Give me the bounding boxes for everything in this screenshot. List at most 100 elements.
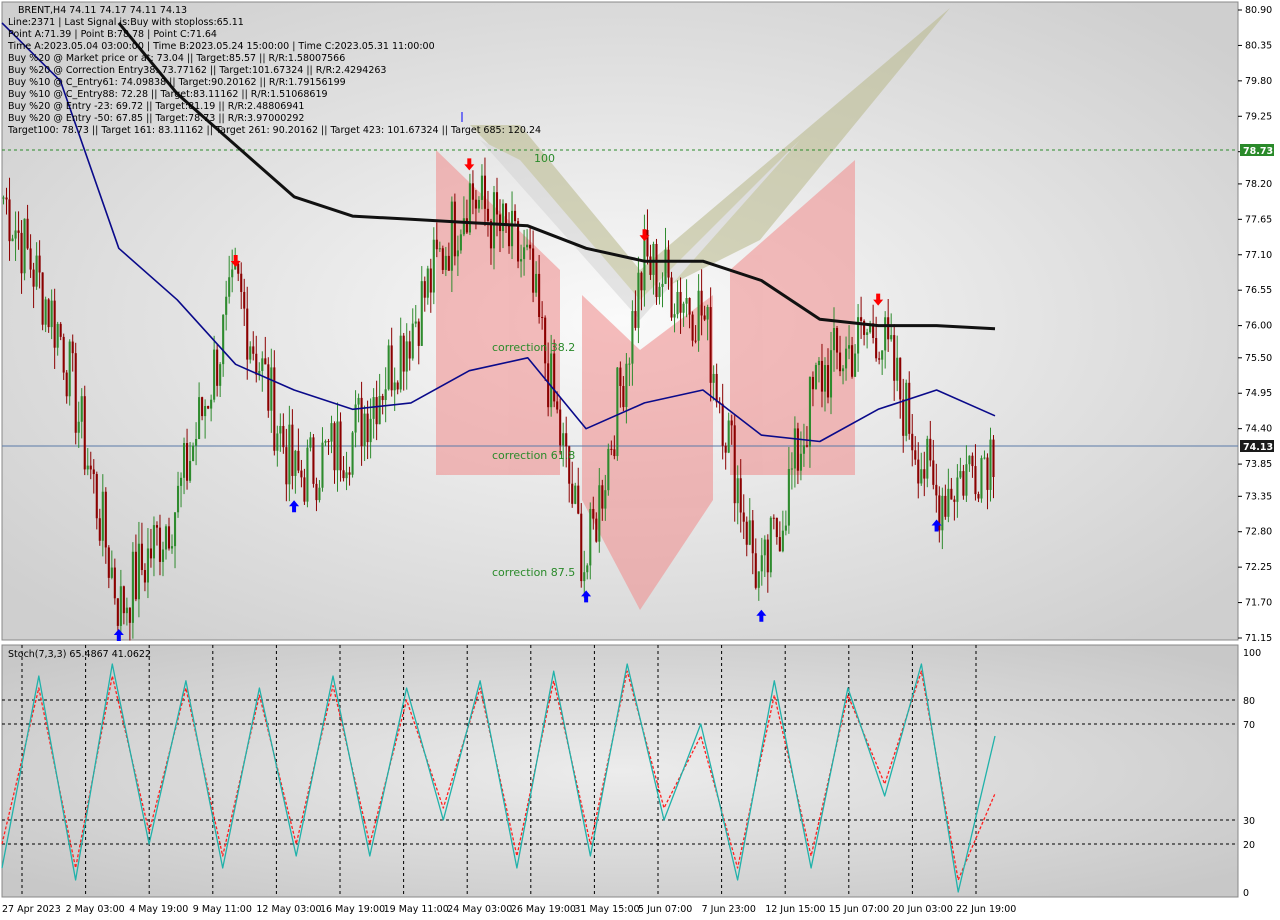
candle-body (866, 332, 869, 335)
candle-body (20, 232, 23, 274)
candle-body (887, 317, 890, 340)
time-label: 16 May 19:00 (320, 904, 385, 915)
candle-body (733, 425, 736, 504)
trading-chart[interactable]: 100 correction 38.2 correction 61.8 corr… (0, 0, 1280, 920)
candle-body (23, 218, 26, 274)
candle-body (131, 551, 134, 623)
candle-body (742, 512, 745, 522)
candle-body (634, 311, 637, 328)
correction-100-label: 100 (534, 152, 555, 165)
candle-body (625, 363, 628, 408)
time-label: 4 May 19:00 (129, 904, 188, 915)
candle-body (604, 490, 607, 509)
candle-body (510, 210, 514, 247)
price-tick-label: 73.35 (1245, 491, 1272, 502)
candle-body (784, 525, 787, 531)
candle-body (71, 341, 74, 354)
stoch-tick-label: 20 (1243, 840, 1255, 851)
candle-body (851, 345, 854, 377)
candle-body (914, 450, 917, 460)
candle-body (222, 314, 225, 365)
candle-body (562, 433, 565, 446)
candle-body (339, 421, 342, 471)
candle-body (134, 551, 137, 600)
candle-body (140, 543, 143, 571)
candle-body (775, 517, 778, 538)
candle-body (411, 323, 414, 359)
candle-body (486, 208, 490, 222)
candle-body (164, 526, 168, 550)
candle-body (14, 230, 17, 239)
candle-body (420, 281, 423, 346)
candle-body (989, 439, 992, 490)
candle-body (225, 296, 228, 315)
candle-body (513, 210, 517, 222)
price-tick-label: 76.00 (1245, 321, 1272, 332)
price-tick-label: 71.15 (1245, 633, 1272, 644)
stoch-title: Stoch(7,3,3) 65.4867 41.0622 (8, 649, 151, 660)
candle-body (971, 455, 974, 467)
candle-body (192, 445, 195, 462)
candle-body (974, 466, 977, 495)
candle-body (471, 183, 474, 200)
candle-body (387, 345, 390, 390)
candle-body (11, 238, 14, 242)
candle-body (520, 259, 523, 262)
candle-body (760, 555, 763, 572)
candle-body (336, 421, 339, 471)
candle-body (273, 367, 276, 451)
candle-body (83, 396, 86, 470)
candle-body (201, 397, 204, 417)
candle-body (243, 291, 246, 309)
candle-body (637, 272, 640, 328)
candle-body (721, 403, 724, 446)
candle-body (697, 290, 700, 341)
candle-body (207, 406, 210, 409)
info-line: Buy %10 @ C_Entry61: 74.09838 || Target:… (8, 77, 346, 88)
candle-body (65, 372, 68, 397)
candle-body (107, 547, 110, 578)
candle-body (649, 256, 652, 275)
stoch-tick-label: 80 (1243, 696, 1255, 707)
candle-body (315, 483, 318, 501)
candle-body (610, 448, 613, 450)
candle-body (125, 607, 128, 614)
candle-body (161, 549, 165, 562)
candle-body (288, 424, 291, 485)
info-line: Buy %20 @ Entry -50: 67.85 || Target:78.… (8, 113, 304, 124)
price-tick-label: 76.55 (1245, 285, 1272, 296)
candle-body (38, 255, 41, 273)
candle-body (739, 478, 742, 513)
candle-body (173, 512, 177, 547)
candle-body (670, 277, 673, 318)
candle-body (501, 203, 505, 232)
price-tick-label: 72.25 (1245, 562, 1272, 573)
candle-body (535, 273, 538, 293)
candle-body (423, 281, 426, 298)
candle-body (267, 364, 270, 411)
candle-body (826, 365, 830, 398)
candle-body (366, 413, 369, 443)
candle-body (189, 461, 192, 481)
candle-body (170, 546, 174, 549)
candle-body (405, 341, 408, 372)
svg-text:78.73: 78.73 (1243, 146, 1273, 157)
time-label: 19 May 11:00 (384, 904, 449, 915)
candle-body (152, 525, 156, 559)
candle-body (318, 487, 321, 501)
time-label: 2 May 03:00 (66, 904, 125, 915)
candle-body (631, 311, 634, 364)
price-tick-label: 74.95 (1245, 388, 1272, 399)
candle-body (772, 517, 775, 519)
candle-body (297, 450, 300, 471)
correction-875-label: correction 87.5 (492, 566, 575, 579)
candle-body (378, 396, 381, 425)
price-tick-label: 77.65 (1245, 214, 1272, 225)
candle-body (309, 437, 312, 448)
candle-body (396, 382, 399, 390)
candle-body (86, 465, 89, 470)
stoch-tick-label: 0 (1243, 888, 1249, 899)
candle-body (986, 457, 989, 490)
candle-body (441, 248, 444, 270)
candle-body (414, 321, 417, 324)
